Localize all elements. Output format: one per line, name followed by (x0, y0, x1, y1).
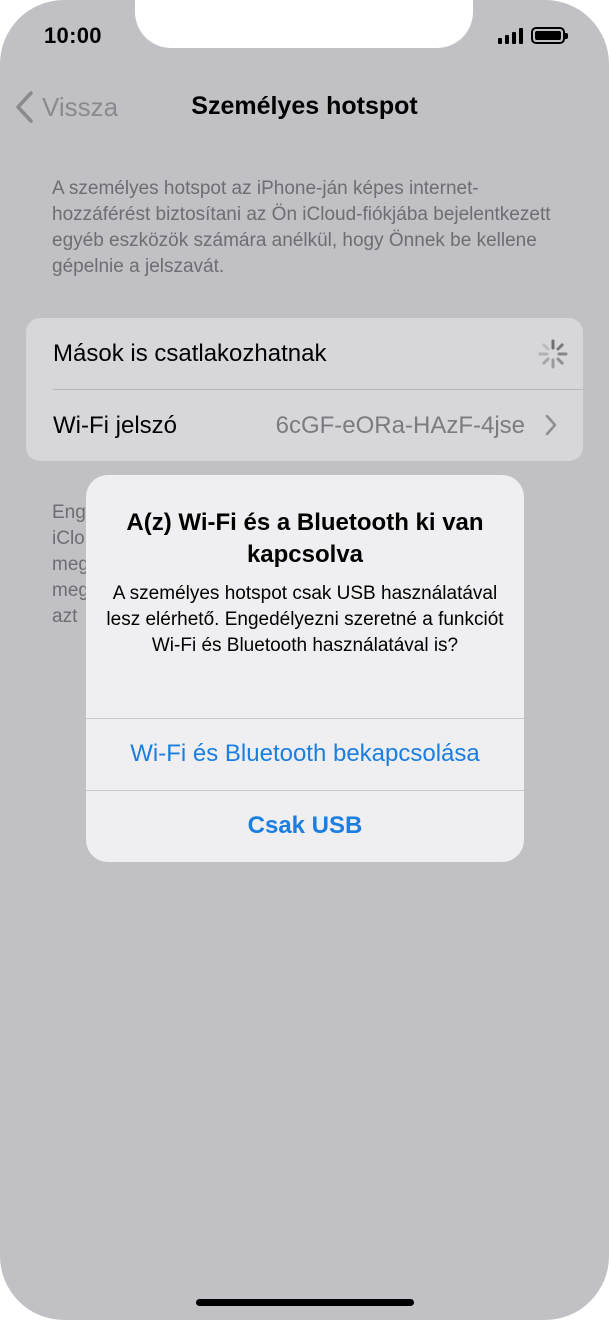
wifi-password-label: Wi-Fi jelszó (53, 411, 177, 439)
notch (135, 0, 473, 48)
home-indicator[interactable] (196, 1299, 414, 1306)
status-time: 10:00 (44, 23, 102, 48)
alert-title: A(z) Wi-Fi és a Bluetooth ki van kapcsol… (126, 509, 484, 568)
loading-spinner-icon (538, 339, 568, 369)
hotspot-description: A személyes hotspot az iPhone-ján képes … (52, 178, 551, 277)
status-icons (498, 27, 568, 44)
allow-others-row[interactable]: Mások is csatlakozhatnak (26, 318, 583, 389)
wifi-password-row[interactable]: Wi-Fi jelszó 6cGF-eORa-HAzF-4jse (26, 390, 583, 461)
page-title: Személyes hotspot (191, 92, 418, 120)
usb-only-button[interactable]: Csak USB (86, 791, 524, 861)
settings-group: Mások is csatlakozhatnak Wi-Fi jelszó 6c… (26, 318, 583, 461)
chevron-right-icon (545, 414, 557, 436)
wifi-password-value: 6cGF-eORa-HAzF-4jse (275, 411, 525, 439)
allow-others-label: Mások is csatlakozhatnak (53, 339, 327, 367)
alert-message: A személyes hotspot csak USB használatáv… (106, 583, 504, 656)
cellular-signal-icon (498, 27, 523, 44)
battery-icon (531, 27, 568, 44)
wifi-bluetooth-alert: A(z) Wi-Fi és a Bluetooth ki van kapcsol… (86, 475, 524, 862)
phone-screen: 10:00 Vissza Személyes hotspot A személy… (0, 0, 609, 1320)
enable-wifi-bluetooth-button[interactable]: Wi-Fi és Bluetooth bekapcsolása (86, 719, 524, 789)
